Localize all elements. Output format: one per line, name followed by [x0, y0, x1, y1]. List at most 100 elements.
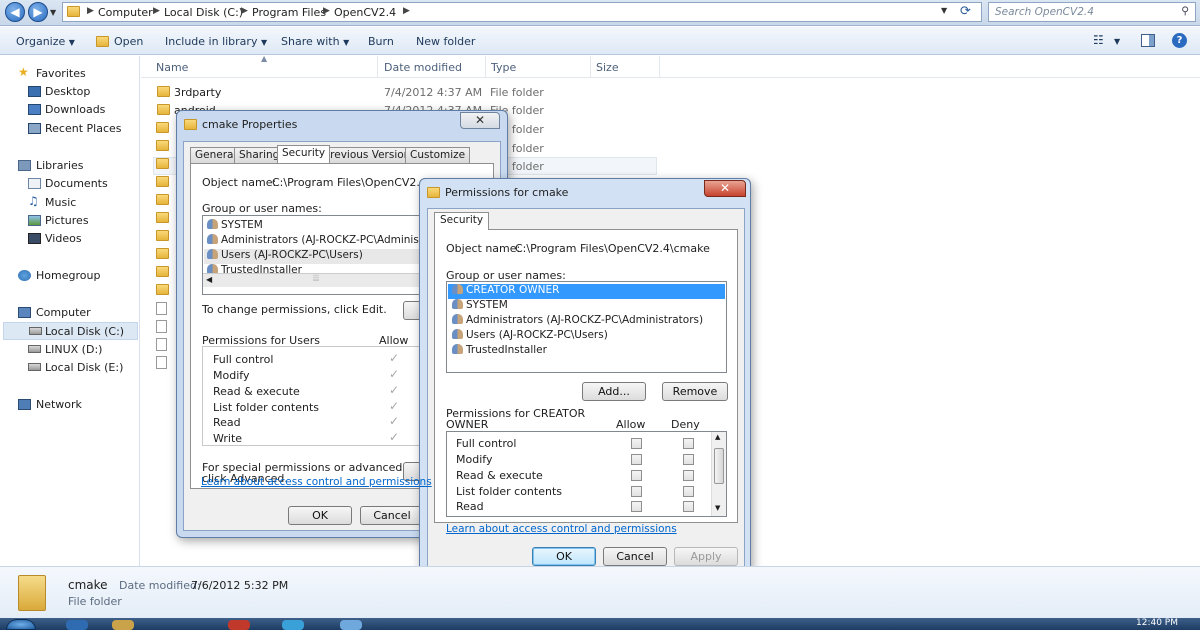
column-name[interactable]: Name: [156, 61, 188, 74]
nav-downloads[interactable]: Downloads: [0, 101, 140, 119]
search-input[interactable]: Search OpenCV2.4 ⚲: [988, 2, 1196, 22]
app-taskbar-icon[interactable]: [340, 620, 362, 630]
user-item[interactable]: Administrators (AJ-ROCKZ-PC\Administrato…: [207, 234, 426, 249]
tab-security[interactable]: Security: [277, 145, 331, 163]
breadcrumb-separator-icon[interactable]: ▶: [241, 6, 248, 16]
nav-network[interactable]: Network: [0, 396, 140, 414]
user-item[interactable]: Administrators (AJ-ROCKZ-PC\Administrato…: [452, 314, 703, 329]
user-item[interactable]: TrustedInstaller: [452, 344, 547, 359]
back-button[interactable]: ◀: [5, 2, 25, 22]
vertical-scrollbar[interactable]: ▲ ▼: [711, 432, 726, 516]
learn-access-control-link[interactable]: Learn about access control and permissio…: [446, 523, 677, 535]
nav-pictures[interactable]: Pictures: [0, 212, 140, 230]
nav-homegroup[interactable]: Homegroup: [0, 267, 140, 285]
preview-pane-icon[interactable]: [1141, 34, 1155, 47]
allow-checkbox[interactable]: [631, 516, 642, 517]
scrollbar-thumb[interactable]: ⦙⦙⦙: [313, 274, 319, 284]
scrollbar-thumb[interactable]: [714, 448, 724, 484]
close-button[interactable]: ✕: [704, 180, 746, 197]
breadcrumb[interactable]: ▶ Computer ▶ Local Disk (C:) ▶ Program F…: [62, 2, 982, 22]
allow-checkbox[interactable]: [631, 501, 642, 512]
breadcrumb-separator-icon[interactable]: ▶: [403, 6, 410, 16]
user-list[interactable]: CREATOR OWNER SYSTEM Administrators (AJ-…: [446, 281, 727, 373]
nav-favorites[interactable]: ★ Favorites: [0, 65, 140, 83]
open-button[interactable]: Open: [114, 35, 143, 48]
breadcrumb-local-disk[interactable]: Local Disk (C:): [164, 6, 243, 19]
user-item[interactable]: SYSTEM: [452, 299, 508, 314]
deny-checkbox[interactable]: [683, 486, 694, 497]
ok-button[interactable]: OK: [288, 506, 352, 525]
allow-checkbox[interactable]: [631, 486, 642, 497]
media-player-icon[interactable]: [228, 620, 250, 630]
refresh-icon[interactable]: ⟳: [960, 4, 971, 19]
allow-checkbox[interactable]: [631, 454, 642, 465]
allow-checkbox[interactable]: [631, 438, 642, 449]
include-in-library-button[interactable]: Include in library ▼: [165, 35, 267, 48]
nav-recent-places[interactable]: Recent Places: [0, 120, 140, 138]
nav-linux-d[interactable]: LINUX (D:): [0, 341, 140, 359]
nav-libraries[interactable]: Libraries: [0, 157, 140, 175]
new-folder-button[interactable]: New folder: [416, 35, 475, 48]
close-button[interactable]: ✕: [460, 112, 500, 129]
remove-button[interactable]: Remove: [662, 382, 728, 401]
file-row[interactable]: 3rdparty 7/4/2012 4:37 AM File folder: [155, 83, 660, 101]
scroll-left-icon[interactable]: ◀: [206, 275, 212, 284]
help-icon[interactable]: ?: [1172, 33, 1187, 48]
address-dropdown-icon[interactable]: ▼: [941, 6, 947, 15]
nav-documents[interactable]: Documents: [0, 175, 140, 193]
breadcrumb-separator-icon[interactable]: ▶: [323, 6, 330, 16]
scroll-up-icon[interactable]: ▲: [715, 433, 720, 441]
nav-music[interactable]: ♫ Music: [0, 194, 140, 212]
allow-checkbox[interactable]: [631, 470, 642, 481]
tab-customize[interactable]: Customize: [405, 147, 471, 163]
column-divider[interactable]: [659, 56, 660, 78]
tab-security[interactable]: Security: [434, 212, 490, 230]
burn-button[interactable]: Burn: [368, 35, 394, 48]
view-dropdown-icon[interactable]: ▼: [1114, 37, 1120, 46]
recent-pages-icon[interactable]: ▼: [50, 8, 56, 17]
share-with-button[interactable]: Share with ▼: [281, 35, 349, 48]
nav-local-disk-c[interactable]: Local Disk (C:): [3, 322, 138, 340]
breadcrumb-computer[interactable]: Computer: [98, 6, 153, 19]
start-button[interactable]: [6, 619, 36, 630]
breadcrumb-program-files[interactable]: Program Files: [252, 6, 326, 19]
deny-checkbox[interactable]: [683, 454, 694, 465]
column-size[interactable]: Size: [596, 61, 619, 74]
learn-access-control-link[interactable]: Learn about access control and permissio…: [201, 476, 432, 488]
view-options-icon[interactable]: ☷: [1093, 33, 1104, 47]
ok-button[interactable]: OK: [532, 547, 596, 566]
deny-checkbox[interactable]: [683, 470, 694, 481]
breadcrumb-separator-icon[interactable]: ▶: [153, 6, 160, 16]
breadcrumb-opencv[interactable]: OpenCV2.4: [334, 6, 396, 19]
column-type[interactable]: Type: [491, 61, 516, 74]
column-date-modified[interactable]: Date modified: [384, 61, 462, 74]
organize-button[interactable]: Organize ▼: [16, 35, 75, 48]
add-button[interactable]: Add...: [582, 382, 646, 401]
cancel-button[interactable]: Cancel: [360, 506, 424, 525]
column-divider[interactable]: [590, 56, 591, 78]
scroll-down-icon[interactable]: ▼: [715, 504, 720, 512]
user-list[interactable]: SYSTEM Administrators (AJ-ROCKZ-PC\Admin…: [202, 215, 427, 295]
deny-checkbox[interactable]: [683, 501, 694, 512]
user-item[interactable]: Users (AJ-ROCKZ-PC\Users): [204, 249, 426, 264]
breadcrumb-separator-icon[interactable]: ▶: [87, 6, 94, 16]
forward-button[interactable]: ▶: [28, 2, 48, 22]
internet-explorer-icon[interactable]: [66, 620, 88, 630]
nav-videos[interactable]: Videos: [0, 230, 140, 248]
clock[interactable]: 12:40 PM: [1136, 618, 1178, 628]
user-item[interactable]: Users (AJ-ROCKZ-PC\Users): [452, 329, 608, 344]
user-item[interactable]: TrustedInstaller: [207, 264, 302, 273]
user-item-selected[interactable]: CREATOR OWNER: [448, 284, 725, 299]
horizontal-scrollbar[interactable]: ◀ ⦙⦙⦙: [203, 273, 426, 287]
cancel-button[interactable]: Cancel: [603, 547, 667, 566]
nav-local-disk-e[interactable]: Local Disk (E:): [0, 359, 140, 377]
column-divider[interactable]: [377, 56, 378, 78]
deny-checkbox[interactable]: [683, 516, 694, 517]
nav-desktop[interactable]: Desktop: [0, 83, 140, 101]
explorer-taskbar-icon[interactable]: [112, 620, 134, 630]
app-taskbar-icon[interactable]: [282, 620, 304, 630]
user-item[interactable]: SYSTEM: [207, 219, 263, 234]
nav-computer[interactable]: Computer: [0, 304, 140, 322]
apply-button[interactable]: Apply: [674, 547, 738, 566]
column-divider[interactable]: [485, 56, 486, 78]
